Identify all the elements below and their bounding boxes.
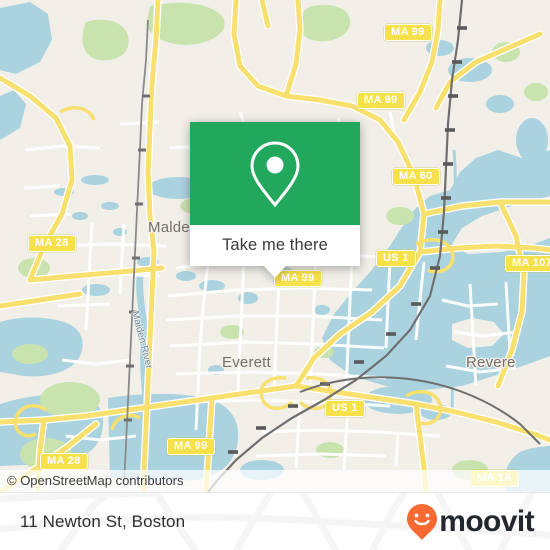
callout-action-area[interactable]: Take me there (190, 225, 360, 266)
destination-callout-card[interactable]: Take me there (190, 122, 360, 278)
address-label: 11 Newton St, Boston (20, 511, 186, 531)
road-shield-ma-28-lower: MA 28 (40, 453, 88, 470)
footer-bar: 11 Newton St, Boston moovit (0, 492, 550, 550)
road-shield-ma-99-lower: MA 99 (167, 438, 215, 455)
take-me-there-label: Take me there (222, 236, 328, 254)
road-shield-ma-60: MA 60 (392, 168, 440, 185)
road-shield-us-1-upper: US 1 (376, 250, 416, 267)
road-shield-ma-99-upper: MA 99 (357, 92, 405, 109)
moovit-wordmark: moovit (439, 504, 534, 538)
map-pin-icon (250, 140, 300, 207)
moovit-map-screen: Malde Everett Revere Malden River MA 99 … (0, 0, 550, 550)
moovit-logo[interactable]: moovit (406, 503, 535, 541)
road-shield-ma-107: MA 107 (505, 255, 550, 272)
road-shield-us-1-lower: US 1 (325, 400, 365, 417)
road-shield-ma-28-upper: MA 28 (28, 235, 76, 252)
callout-pointer (264, 266, 286, 278)
road-shield-ma-99-north: MA 99 (384, 24, 432, 41)
callout-image-area (190, 122, 360, 225)
map-attribution[interactable]: © OpenStreetMap contributors (0, 470, 550, 492)
moovit-smiley-pin-icon (407, 503, 438, 540)
